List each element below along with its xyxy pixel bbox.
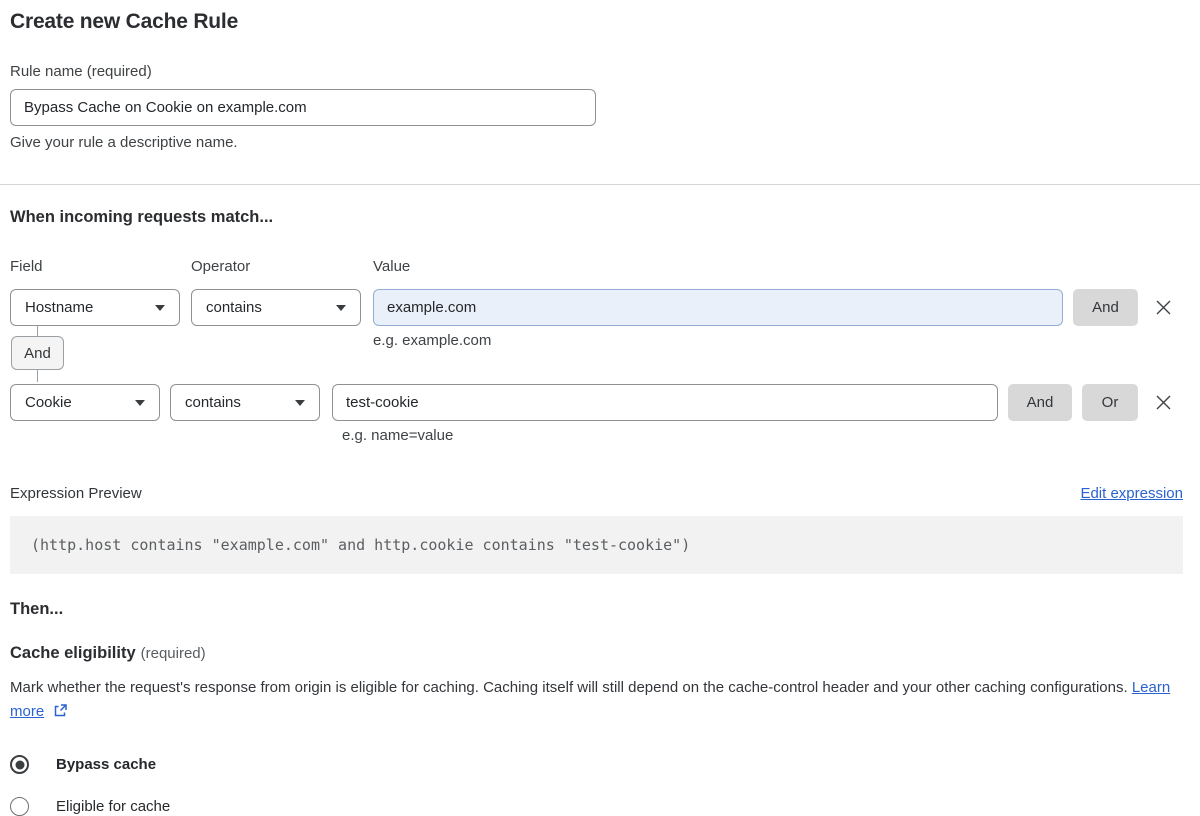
condition-builder: Field Operator Value Hostname contains A…: [10, 258, 1183, 444]
radio-label: Eligible for cache: [56, 798, 171, 815]
operator-column-label: Operator: [191, 258, 251, 275]
remove-row-button[interactable]: [1153, 393, 1173, 413]
value-input[interactable]: [373, 289, 1063, 326]
cache-eligibility-title: Cache eligibility: [10, 644, 136, 662]
connector-and-button[interactable]: And: [11, 336, 64, 370]
value-input[interactable]: [332, 384, 998, 421]
section-divider: [0, 184, 1200, 185]
field-select[interactable]: Cookie: [10, 384, 160, 421]
rule-name-input[interactable]: [10, 89, 596, 126]
cache-eligibility-heading: Cache eligibility (required): [10, 644, 1183, 663]
chevron-down-icon: [336, 304, 346, 311]
radio-button-selected[interactable]: [10, 755, 29, 774]
match-section-heading: When incoming requests match...: [10, 208, 274, 226]
radio-option-eligible-for-cache[interactable]: Eligible for cache: [10, 797, 1183, 816]
expression-preview-label: Expression Preview: [10, 485, 142, 502]
close-icon: [1156, 395, 1170, 410]
field-column-label: Field: [10, 258, 43, 275]
condition-row: Cookie contains And Or: [10, 384, 1183, 421]
condition-row: Hostname contains And: [10, 289, 1183, 326]
radio-label: Bypass cache: [56, 756, 157, 773]
chevron-down-icon: [155, 304, 165, 311]
description-text: Mark whether the request's response from…: [10, 679, 1128, 696]
external-link-icon[interactable]: [53, 703, 68, 718]
value-hint: e.g. name=value: [342, 427, 454, 444]
add-and-condition-button[interactable]: And: [1008, 384, 1072, 421]
operator-select-value: contains: [206, 299, 262, 316]
then-section-heading: Then...: [10, 600, 64, 618]
add-or-condition-button[interactable]: Or: [1082, 384, 1138, 421]
condition-column-labels: Field Operator Value: [10, 258, 1183, 275]
required-note: (required): [140, 645, 206, 662]
radio-button-unselected[interactable]: [10, 797, 29, 816]
rule-name-label: Rule name (required): [10, 63, 152, 80]
cache-eligibility-description: Mark whether the request's response from…: [10, 676, 1183, 724]
operator-select[interactable]: contains: [170, 384, 320, 421]
add-and-condition-button[interactable]: And: [1073, 289, 1138, 326]
page-title: Create new Cache Rule: [10, 10, 239, 33]
rule-name-helper: Give your rule a descriptive name.: [10, 134, 238, 151]
chevron-down-icon: [135, 399, 145, 406]
field-select[interactable]: Hostname: [10, 289, 180, 326]
field-select-value: Hostname: [25, 299, 94, 316]
create-cache-rule-form: Create new Cache Rule Rule name (require…: [0, 0, 1200, 816]
value-hint: e.g. example.com: [373, 332, 492, 349]
expression-preview-code: (http.host contains "example.com" and ht…: [10, 516, 1183, 574]
operator-select[interactable]: contains: [191, 289, 361, 326]
field-select-value: Cookie: [25, 394, 72, 411]
close-icon: [1156, 300, 1170, 315]
chevron-down-icon: [295, 399, 305, 406]
remove-row-button[interactable]: [1153, 298, 1173, 318]
radio-option-bypass-cache[interactable]: Bypass cache: [10, 755, 1183, 774]
operator-select-value: contains: [185, 394, 241, 411]
edit-expression-link[interactable]: Edit expression: [1080, 485, 1183, 502]
value-column-label: Value: [373, 258, 411, 275]
expression-preview-header: Expression Preview Edit expression: [10, 485, 1183, 502]
